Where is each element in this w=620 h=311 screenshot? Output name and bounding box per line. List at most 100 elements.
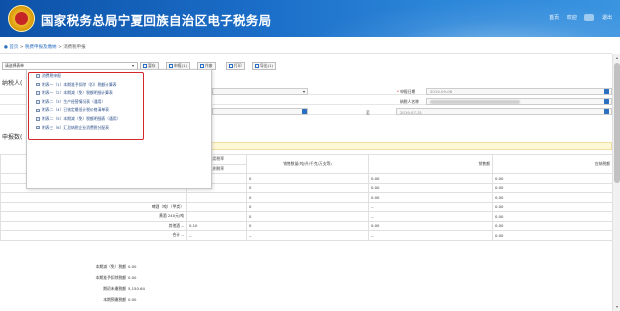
dropdown-item-label: 消费税申报 (42, 73, 61, 78)
declare-date-value: 2019-09-06 (430, 89, 453, 94)
chevron-down-icon: ▾ (302, 89, 305, 94)
print-label: 打印 (234, 63, 242, 68)
declare-label: 申报(1) (174, 63, 187, 68)
dropdown-item-label: 附表二（5）本期减（免）税额明细表（通用） (42, 116, 121, 121)
summary-value: 0.00 (128, 275, 137, 280)
form-select-value: 请选择表单 (5, 63, 24, 68)
table-row: 0 0.00 0.00 (0, 192, 613, 203)
table-cell[interactable]: 0.00 (492, 182, 613, 193)
dropdown-item[interactable]: 附表一（2）本期减（免）税额明细计算表 (36, 90, 113, 96)
table-cell[interactable]: 0.10 (186, 220, 247, 231)
dropdown-item-label: 附表一（2）本期减（免）税额明细计算表 (42, 90, 113, 96)
user-avatar[interactable] (584, 14, 595, 21)
select-field[interactable]: ▾ (212, 88, 308, 95)
declare-icon (169, 64, 173, 68)
calendar-icon[interactable] (604, 109, 609, 114)
declare-date-label: * 申报日期 (397, 89, 416, 94)
table-cell[interactable] (186, 192, 247, 203)
save-draft-label: 暂存 (148, 63, 156, 68)
save-icon (143, 64, 147, 68)
table-cell[interactable] (186, 201, 247, 212)
dropdown-item-label: 附表二（3）生产经营情况表（通用） (42, 98, 106, 104)
table-row: 合计 -- -- -- -- 0.00 (0, 230, 613, 241)
location-pin-icon: ● (4, 45, 8, 50)
tax-emblem-logo (8, 5, 35, 32)
table-cell[interactable]: 0.00 (492, 201, 613, 212)
trash-icon (200, 64, 204, 68)
table-cell[interactable]: 0 (246, 173, 369, 184)
table-row: 黄酒 240元/吨 0 -- 0.00 (0, 211, 613, 222)
table-cell: 合计 -- (0, 230, 187, 241)
dropdown-item[interactable]: 附表二（5）本期减（免）税额明细表（通用） (36, 116, 120, 122)
calendar-icon[interactable] (604, 89, 609, 94)
period-end-value: 2019-07-31 (400, 110, 423, 115)
form-file-icon (36, 91, 40, 95)
table-cell[interactable]: 0 (246, 182, 369, 193)
form-file-icon (36, 74, 40, 78)
emblem-center (15, 12, 28, 25)
table-cell[interactable]: -- (368, 211, 493, 222)
dropdown-item[interactable]: 附表二（3）生产经营情况表（通用） (36, 99, 105, 105)
site-title: 国家税务总局宁夏回族自治区电子税务局 (41, 13, 272, 28)
table-header-cell: 应纳税额 (492, 154, 613, 174)
declare-date-field[interactable] (426, 88, 612, 95)
table-cell[interactable]: 0.00 (492, 173, 613, 184)
table-cell[interactable]: 0.00 (368, 182, 493, 193)
period-start-field[interactable] (212, 108, 308, 115)
vertical-scrollbar[interactable]: ▴ ▾ (612, 54, 620, 311)
table-cell[interactable]: -- (246, 230, 369, 241)
table-cell: 黄酒 240元/吨 (0, 211, 187, 222)
scroll-up-arrow-icon[interactable]: ▴ (613, 54, 620, 62)
table-cell[interactable]: 0.00 (492, 220, 613, 231)
form-file-icon (36, 100, 40, 104)
table-header-cell: 销售数量(吨/升/千克/万支等) (246, 154, 369, 174)
table-cell: 啤酒（吨）（甲类） (0, 201, 187, 212)
table-cell (0, 192, 187, 203)
export-button[interactable]: 导出(1) (252, 62, 276, 70)
print-icon (229, 64, 233, 68)
divider (0, 53, 612, 54)
table-row: 其他酒 -- 0.10 0 0.00 0.00 (0, 220, 613, 231)
table-cell[interactable]: 0 (246, 220, 369, 231)
print-button[interactable]: 打印 (226, 62, 245, 70)
table-cell[interactable] (186, 211, 247, 222)
table-cell[interactable]: 0 (246, 192, 369, 203)
breadcrumb-separator: > (19, 45, 24, 50)
breadcrumb-parent[interactable]: 税费申报及缴纳 (25, 45, 57, 50)
home-link[interactable]: 首页 (549, 15, 559, 21)
table-cell[interactable]: 0 (246, 211, 369, 222)
dropdown-item-label: 附表一（1）本期准予扣除（扣）税额计算表 (42, 81, 117, 87)
table-cell[interactable]: 0.00 (492, 211, 613, 222)
table-cell[interactable]: -- (186, 230, 247, 241)
period-end-field[interactable] (396, 108, 612, 115)
table-cell[interactable]: -- (368, 230, 493, 241)
table-cell[interactable]: 0.00 (492, 230, 613, 241)
header-links: 首页 欢迎 退出 (543, 14, 612, 21)
table-cell[interactable]: -- (368, 201, 493, 212)
table-cell[interactable]: 0.00 (368, 220, 493, 231)
dropdown-item[interactable]: 附表一（1）本期准予扣除（扣）税额计算表 (36, 82, 117, 88)
form-file-icon (36, 125, 40, 130)
table-cell: 其他酒 -- (0, 220, 187, 231)
table-cell[interactable]: 0.00 (368, 192, 493, 203)
to-label: 至 (366, 110, 370, 115)
summary-value: 5,150.64 (128, 286, 145, 291)
taxpayer-name-label: 纳税人名称 (400, 99, 419, 104)
table-cell[interactable]: 0.00 (492, 192, 613, 203)
scroll-down-arrow-icon[interactable]: ▾ (613, 303, 620, 311)
table-cell[interactable]: 0.00 (368, 173, 493, 184)
form-file-icon (36, 117, 40, 121)
breadcrumb: ● 首页 > 税费申报及缴纳 > 消费税申报 (4, 44, 86, 50)
dropdown-item[interactable]: 附表二（4）已核定最低计税价格清单表 (36, 107, 109, 113)
logout-link[interactable]: 退出 (602, 15, 612, 21)
scroll-thumb[interactable] (614, 63, 620, 183)
summary-label: 本期预缴税额 (103, 297, 126, 302)
dropdown-item[interactable]: 附表三（6）汇总纳税企业消费税分配表 (36, 125, 109, 131)
dropdown-item[interactable]: 消费税申报 (36, 73, 61, 79)
summary-label: 本期准予扣除税额 (95, 275, 126, 280)
table-cell[interactable]: 0 (246, 201, 369, 212)
summary-value: 0.00 (128, 264, 137, 269)
breadcrumb-home[interactable]: 首页 (9, 45, 18, 50)
breadcrumb-current: 消费税申报 (63, 45, 86, 50)
calendar-icon[interactable] (302, 109, 307, 114)
